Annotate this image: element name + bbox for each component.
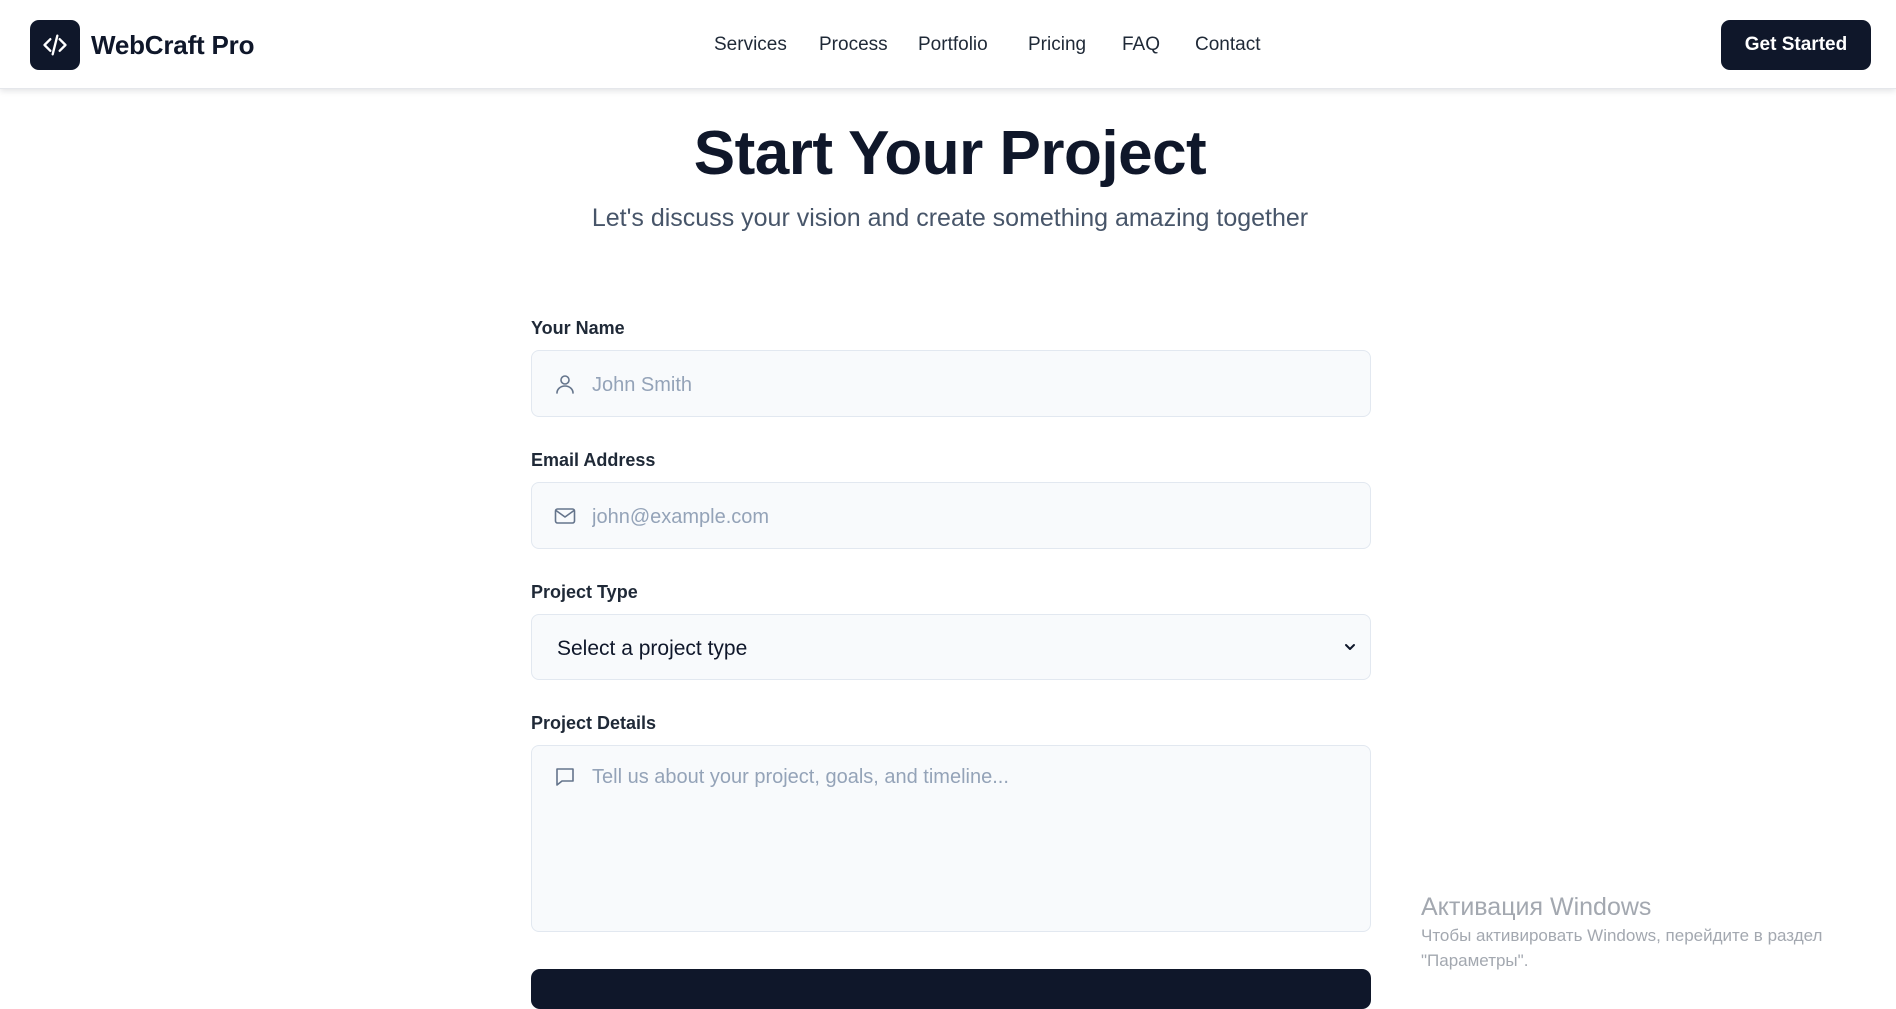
chevron-down-icon <box>1342 639 1358 660</box>
name-field[interactable] <box>531 350 1371 417</box>
watermark-line-1: Чтобы активировать Windows, перейдите в … <box>1421 926 1823 945</box>
code-icon <box>30 20 80 70</box>
nav-services[interactable]: Services <box>714 34 787 56</box>
email-input[interactable] <box>592 504 1354 530</box>
page-title: Start Your Project <box>693 119 1207 188</box>
project-details-label: Project Details <box>531 713 657 733</box>
nav-process[interactable]: Process <box>819 34 888 56</box>
nav-faq[interactable]: FAQ <box>1122 34 1160 56</box>
nav-contact[interactable]: Contact <box>1195 34 1260 56</box>
project-details-input[interactable] <box>592 766 1354 916</box>
nav-portfolio[interactable]: Portfolio <box>918 34 988 56</box>
main-nav: Services Process Portfolio Pricing FAQ C… <box>0 0 1896 89</box>
project-details-field[interactable] <box>531 745 1371 932</box>
get-started-button[interactable]: Get Started <box>1721 20 1871 70</box>
name-input[interactable] <box>592 372 1354 398</box>
message-icon <box>552 764 578 790</box>
project-type-value: Select a project type <box>557 637 748 660</box>
brand-logo[interactable]: WebCraft Pro <box>30 20 254 70</box>
brand-name: WebCraft Pro <box>91 29 255 60</box>
project-type-select[interactable]: Select a project type <box>531 614 1371 680</box>
submit-button[interactable] <box>531 969 1371 1009</box>
nav-pricing[interactable]: Pricing <box>1028 34 1086 56</box>
email-field[interactable] <box>531 482 1371 549</box>
mail-icon <box>552 503 578 529</box>
page-subtitle: Let's discuss your vision and create som… <box>591 204 1309 232</box>
name-label: Your Name <box>531 318 625 338</box>
watermark-line-2: "Параметры". <box>1421 951 1529 970</box>
project-type-label: Project Type <box>531 582 638 602</box>
watermark-title: Активация Windows <box>1421 893 1652 921</box>
email-label: Email Address <box>531 450 656 470</box>
site-header: WebCraft Pro Services Process Portfolio … <box>0 0 1896 89</box>
user-icon <box>552 371 578 397</box>
